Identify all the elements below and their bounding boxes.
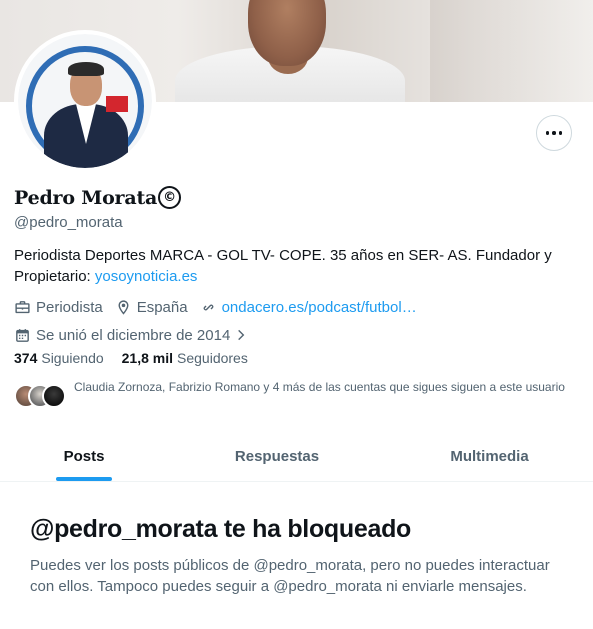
profile-meta: Periodista España ondacero.es/podcast/fu… <box>14 297 429 353</box>
profile-tabs: Posts Respuestas Multimedia <box>0 432 593 482</box>
following-count: 374 <box>14 350 38 366</box>
meta-joined-text: Se unió el diciembre de 2014 <box>36 326 231 344</box>
avatar-hair <box>68 62 104 76</box>
meta-website-link[interactable]: ondacero.es/podcast/futbol… <box>222 299 417 316</box>
avatar <box>42 384 66 408</box>
blocked-message: Puedes ver los posts públicos de @pedro_… <box>30 557 550 595</box>
known-followers[interactable]: Claudia Zornoza, Fabrizio Romano y 4 más… <box>14 378 574 408</box>
tab-label: Respuestas <box>234 448 320 465</box>
following-label: Siguiendo <box>41 350 104 366</box>
tab-posts[interactable]: Posts <box>0 432 168 481</box>
banner-shade <box>430 0 593 102</box>
profile-handle: @pedro_morata <box>14 214 123 231</box>
following-stat[interactable]: 374 Siguiendo <box>14 350 104 366</box>
profile-name: Pedro Morata <box>14 186 158 209</box>
location-pin-icon <box>118 299 129 315</box>
meta-job-text: Periodista <box>36 298 103 316</box>
meta-row-2: Se unió el diciembre de 2014 <box>14 325 429 345</box>
profile-bio: Periodista Deportes MARCA - GOL TV- COPE… <box>14 245 574 287</box>
blocked-title: @pedro_morata te ha bloqueado <box>30 515 412 543</box>
calendar-icon <box>16 328 29 342</box>
known-followers-text: Claudia Zornoza, Fabrizio Romano y 4 más… <box>74 380 565 394</box>
avatar-image <box>18 34 152 168</box>
briefcase-icon <box>15 300 30 313</box>
more-dot-icon <box>552 131 556 135</box>
meta-job: Periodista <box>14 299 103 316</box>
followers-stat[interactable]: 21,8 mil Seguidores <box>122 350 248 366</box>
more-dot-icon <box>545 131 550 135</box>
tab-label: Multimedia <box>450 448 529 465</box>
meta-joined[interactable]: Se unió el diciembre de 2014 <box>14 327 253 344</box>
copyright-icon: © <box>158 186 182 209</box>
more-options-button[interactable] <box>536 115 572 151</box>
followers-label: Seguidores <box>177 350 248 366</box>
known-followers-avatars <box>14 384 68 408</box>
more-dot-icon <box>558 131 563 135</box>
meta-location: España <box>115 299 188 316</box>
bio-link[interactable]: yosoynoticia.es <box>95 268 198 285</box>
tab-label: Posts <box>63 448 105 465</box>
follow-stats: 374 Siguiendo 21,8 mil Seguidores <box>14 350 266 366</box>
active-tab-indicator <box>56 477 112 481</box>
followers-count: 21,8 mil <box>121 350 174 366</box>
chevron-right-icon <box>238 329 245 341</box>
tab-replies[interactable]: Respuestas <box>168 432 386 481</box>
profile-avatar[interactable] <box>14 30 156 172</box>
meta-website[interactable]: ondacero.es/podcast/futbol… <box>200 299 417 316</box>
meta-row-1: Periodista España ondacero.es/podcast/fu… <box>14 297 429 317</box>
meta-location-text: España <box>136 298 188 316</box>
avatar-badge <box>106 96 128 112</box>
link-icon <box>203 304 213 310</box>
tab-media[interactable]: Multimedia <box>386 432 593 481</box>
profile-name-row: Pedro Morata © <box>14 186 182 209</box>
